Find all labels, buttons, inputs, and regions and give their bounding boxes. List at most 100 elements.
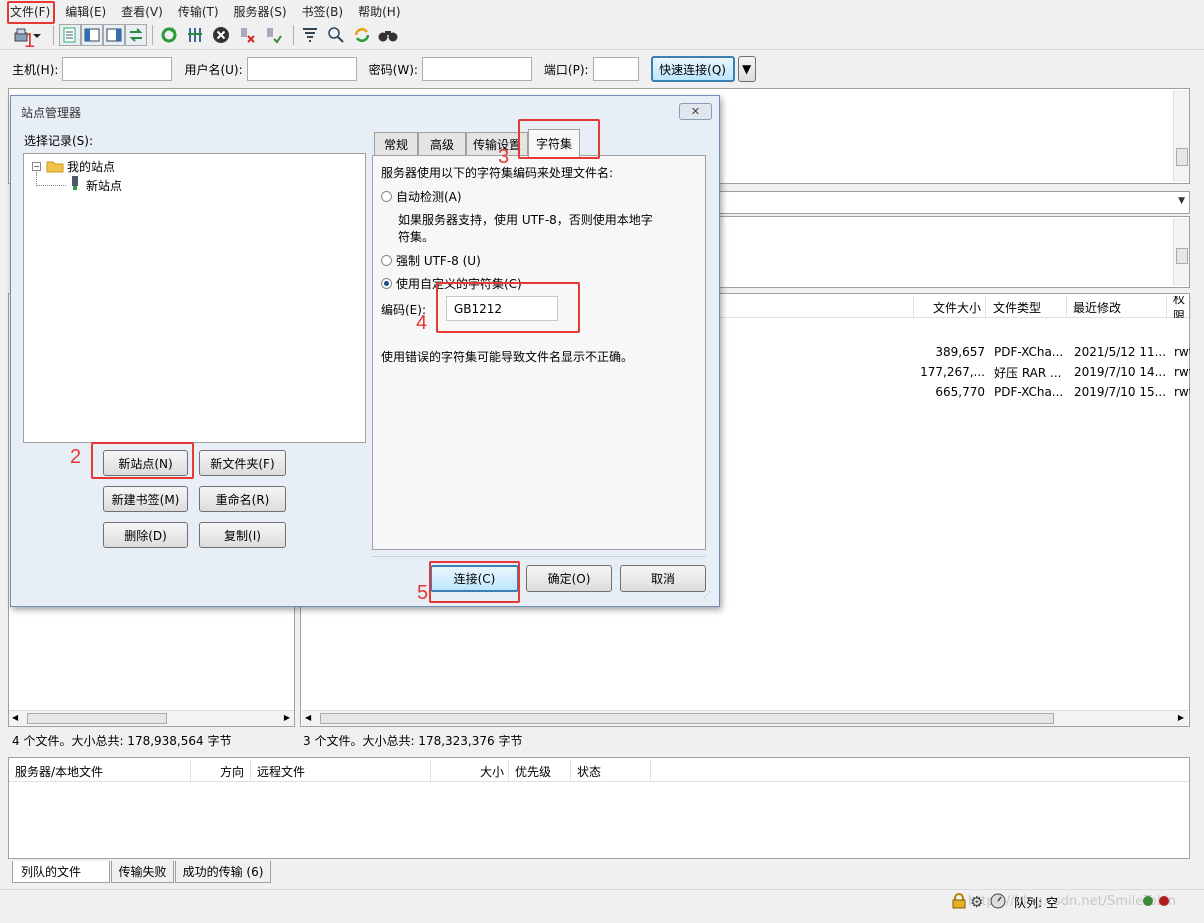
toggle-queue-icon[interactable] [125,24,147,46]
tab-label: 传输设置 [472,138,521,152]
toolbar-separator [293,25,294,45]
file-permissions: rwt [1174,365,1190,379]
remote-tree-scrollbar[interactable] [1173,218,1189,286]
new-bookmark-button[interactable]: 新建书签(M) [103,486,188,512]
arrow-left-icon[interactable]: ◀ [12,713,18,722]
menu-transfer[interactable]: 传输(T) [178,3,219,20]
menu-help[interactable]: 帮助(H) [358,3,400,20]
menu-edit[interactable]: 编辑(E) [65,3,106,20]
quickconnect-dropdown[interactable]: ▼ [737,56,756,82]
force-utf8-radio[interactable] [381,255,392,266]
menu-view[interactable]: 查看(V) [121,3,163,20]
password-input[interactable] [421,57,532,81]
rename-button[interactable]: 重命名(R) [199,486,286,512]
menu-server[interactable]: 服务器(S) [234,3,287,20]
quickconnect-button[interactable]: 快速连接(Q) [650,56,735,82]
annotation-box-1 [7,1,55,24]
column-direction[interactable]: 方向 [191,760,251,782]
port-input[interactable] [592,57,639,81]
sync-browsing-icon[interactable] [351,24,373,46]
file-permissions: rwt [1174,385,1190,399]
column-permissions[interactable]: 权限 [1167,296,1191,318]
tree-collapse-icon[interactable]: − [32,162,41,171]
column-server-local[interactable]: 服务器/本地文件 [9,760,191,782]
annotation-number-4: 4 [416,312,428,334]
cancel-operation-icon[interactable] [210,24,232,46]
file-type: PDF-XCha... [994,345,1064,359]
force-utf8-option[interactable]: 强制 UTF-8 (U) [381,252,481,269]
folder-icon [46,159,64,176]
tree-item-new-site[interactable]: 新站点 [86,177,122,194]
auto-detect-option[interactable]: 自动检测(A) [381,188,462,205]
resize-grip-icon[interactable]: ⋰ [703,590,711,599]
queue-tab-failed[interactable]: 传输失败 [111,861,174,883]
file-modified: 2021/5/12 11... [1074,345,1167,359]
toggle-local-tree-icon[interactable] [81,24,103,46]
reconnect-icon[interactable] [262,24,284,46]
button-label: 新文件夹(F) [210,456,275,471]
search-icon[interactable] [325,24,347,46]
tab-label: 高级 [429,138,454,152]
chevron-down-icon: ▼ [1178,196,1185,206]
toggle-remote-tree-icon[interactable] [103,24,125,46]
auto-detect-radio[interactable] [381,191,392,202]
tree-root-my-sites[interactable]: 我的站点 [67,158,115,175]
annotation-box-5 [429,561,520,603]
site-tree: − 我的站点 新站点 [23,153,366,443]
scrollbar-thumb[interactable] [1176,248,1188,264]
tab-advanced[interactable]: 高级 [418,132,466,156]
site-manager-icon[interactable] [12,24,44,46]
arrow-right-icon[interactable]: ▶ [1178,713,1184,722]
remote-hscrollbar[interactable]: ◀ ▶ [302,710,1188,726]
disconnect-icon[interactable] [236,24,258,46]
tab-label: 常规 [383,138,408,152]
arrow-left-icon[interactable]: ◀ [305,713,311,722]
local-hscrollbar[interactable]: ◀ ▶ [9,710,294,726]
copy-button[interactable]: 复制(I) [199,522,286,548]
toggle-log-icon[interactable] [59,24,81,46]
toolbar-divider [0,49,1204,50]
column-modified[interactable]: 最近修改 [1067,296,1167,318]
annotation-box-2 [91,442,194,479]
column-filesize[interactable]: 文件大小 [913,296,986,318]
toolbar-separator [53,25,54,45]
cancel-button[interactable]: 取消 [620,565,706,592]
custom-charset-radio[interactable] [381,278,392,289]
column-status[interactable]: 状态 [571,760,651,782]
lock-icon [952,893,966,912]
delete-button[interactable]: 删除(D) [103,522,188,548]
button-label: 复制(I) [224,528,261,543]
menu-bookmarks[interactable]: 书签(B) [302,3,344,20]
host-input[interactable] [62,57,173,81]
log-scrollbar[interactable] [1173,90,1189,182]
queue-tab-successful[interactable]: 成功的传输 (6) [175,861,271,883]
scrollbar-thumb[interactable] [1176,148,1188,166]
queue-status: 队列: 空 [1014,896,1058,910]
file-size: 177,267,... [920,365,985,379]
file-permissions: rwt [1174,345,1190,359]
directory-filter-icon[interactable] [299,24,321,46]
annotation-number-5: 5 [417,582,429,604]
dialog-title: 站点管理器 [21,106,82,120]
process-queue-icon[interactable] [184,24,206,46]
button-label: 重命名(R) [215,492,270,507]
ok-button[interactable]: 确定(O) [526,565,612,592]
queue-tab-queued[interactable]: 列队的文件 [12,861,110,883]
tab-charset[interactable]: 字符集 [528,129,580,157]
scrollbar-thumb[interactable] [27,713,167,724]
close-button[interactable]: ✕ [679,103,712,120]
arrow-right-icon[interactable]: ▶ [284,713,290,722]
queue-tab-label: 列队的文件 [21,865,82,879]
file-type: PDF-XCha... [994,385,1064,399]
refresh-icon[interactable] [158,24,180,46]
column-filetype[interactable]: 文件类型 [987,296,1067,318]
column-size[interactable]: 大小 [431,760,509,782]
column-remote-file[interactable]: 远程文件 [251,760,431,782]
select-entry-label: 选择记录(S): [24,134,94,148]
tab-general[interactable]: 常规 [374,132,418,156]
column-priority[interactable]: 优先级 [509,760,571,782]
new-folder-button[interactable]: 新文件夹(F) [199,450,286,476]
scrollbar-thumb[interactable] [320,713,1054,724]
username-input[interactable] [246,57,357,81]
binoculars-icon[interactable] [377,24,399,46]
